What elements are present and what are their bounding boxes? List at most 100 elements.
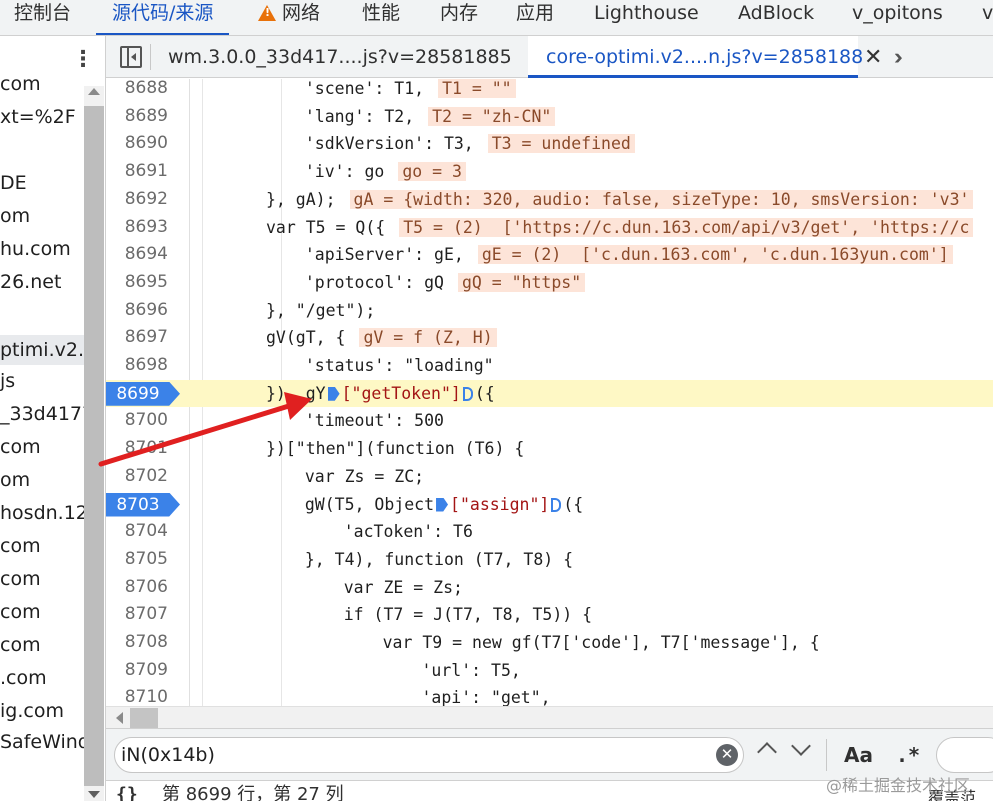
- inline-breakpoint-icon[interactable]: [436, 497, 449, 512]
- code-line[interactable]: 8691 'iv': go go = 3: [106, 158, 993, 186]
- match-case-button[interactable]: Aa: [844, 737, 873, 773]
- code-line[interactable]: 8700 'timeout': 500: [106, 407, 993, 435]
- navigator-scrollbar[interactable]: [84, 86, 104, 801]
- code-editor[interactable]: 8688 'scene': T1, T1 = "" 8689 'lang': T2,…: [106, 79, 993, 706]
- code-line[interactable]: 8701})["then"](function (T6) {: [106, 435, 993, 463]
- line-number[interactable]: 8702: [106, 463, 168, 491]
- cancel-button[interactable]: [936, 737, 993, 773]
- navigator-item[interactable]: DE: [0, 168, 84, 198]
- code-line[interactable]: 8709 'url': T5,: [106, 657, 993, 685]
- breakpoint-line-number[interactable]: 8699: [106, 381, 180, 406]
- tab-lighthouse[interactable]: Lighthouse: [594, 0, 699, 35]
- line-number[interactable]: 8710: [106, 684, 168, 706]
- inline-breakpoint-icon[interactable]: [327, 386, 340, 401]
- tab-memory[interactable]: 内存: [440, 0, 478, 35]
- navigator-item[interactable]: ptimi.v2.2: [0, 335, 84, 365]
- toggle-navigator-icon[interactable]: [120, 46, 142, 68]
- navigator-item[interactable]: com: [0, 69, 84, 99]
- tab-overflow-partial[interactable]: v: [982, 0, 993, 35]
- navigator-scrollbar-thumb[interactable]: [84, 106, 104, 786]
- line-number[interactable]: 8706: [106, 574, 168, 602]
- line-number[interactable]: 8692: [106, 186, 168, 214]
- line-number[interactable]: 8689: [106, 103, 168, 131]
- navigator-item[interactable]: om: [0, 201, 84, 231]
- navigator-item[interactable]: 26.net: [0, 267, 84, 297]
- code-line[interactable]: 8697 gV(gT, {gV = f (Z, H): [106, 324, 993, 352]
- line-number[interactable]: 8696: [106, 297, 168, 325]
- editor-tab-wm[interactable]: wm.3.0.0_33d417....js?v=28581885: [168, 36, 512, 78]
- navigator-item[interactable]: SafeWind: [0, 727, 84, 757]
- editor-horizontal-scrollbar[interactable]: [106, 706, 993, 728]
- tab-v-opitons[interactable]: v_opitons: [852, 0, 943, 35]
- line-number[interactable]: 8709: [106, 657, 168, 685]
- navigator-item[interactable]: .com: [0, 663, 84, 693]
- tab-console[interactable]: 控制台: [14, 0, 71, 35]
- line-number[interactable]: 8693: [106, 214, 168, 242]
- code-line[interactable]: 8703 gW(T5, Object ["assign"] ({: [106, 491, 993, 519]
- navigator-item[interactable]: ig.com: [0, 696, 84, 726]
- tab-sources[interactable]: 源代码/来源: [96, 0, 230, 35]
- code-line[interactable]: 8699}), gY ["getToken"] ({: [106, 379, 993, 408]
- scroll-down-icon[interactable]: [88, 791, 100, 798]
- navigator-item[interactable]: _33d4177: [0, 399, 84, 429]
- tab-application[interactable]: 应用: [516, 0, 554, 35]
- pretty-print-icon[interactable]: {}: [116, 786, 138, 801]
- navigator-item[interactable]: com: [0, 531, 84, 561]
- line-number[interactable]: 8708: [106, 629, 168, 657]
- code-line[interactable]: 8707 if (T7 = J(T7, T8, T5)) {: [106, 601, 993, 629]
- code-line[interactable]: 8689 'lang': T2, T2 = "zh-CN": [106, 103, 993, 131]
- navigator-item[interactable]: com: [0, 432, 84, 462]
- line-number[interactable]: 8704: [106, 518, 168, 546]
- code-line[interactable]: 8704 'acToken': T6: [106, 518, 993, 546]
- close-tab-icon[interactable]: ✕: [864, 36, 882, 78]
- tab-performance[interactable]: 性能: [362, 0, 400, 35]
- line-number[interactable]: 8698: [106, 352, 168, 380]
- code-line[interactable]: 8710 'api': "get",: [106, 684, 993, 706]
- code-line[interactable]: 8702 var Zs = ZC;: [106, 463, 993, 491]
- line-number[interactable]: 8701: [106, 435, 168, 463]
- scroll-up-icon[interactable]: [88, 88, 100, 95]
- scroll-left-icon[interactable]: [116, 712, 123, 724]
- code-line[interactable]: 8698 'status': "loading": [106, 352, 993, 380]
- breakpoint-line-number[interactable]: 8703: [106, 492, 180, 517]
- line-number[interactable]: 8691: [106, 158, 168, 186]
- navigator-item[interactable]: xt=%2F: [0, 102, 84, 132]
- code-line[interactable]: 8695 'protocol': gQ gQ = "https": [106, 269, 993, 297]
- navigator-item[interactable]: js: [0, 366, 84, 396]
- tab-overflow-icon[interactable]: ››: [894, 36, 902, 78]
- line-number[interactable]: 8697: [106, 324, 168, 352]
- code-line[interactable]: 8696}, "/get");: [106, 297, 993, 325]
- tab-adblock[interactable]: AdBlock: [738, 0, 814, 35]
- line-number[interactable]: 8700: [106, 407, 168, 435]
- code-line[interactable]: 8708 var T9 = new gf(T7['code'], T7['mes…: [106, 629, 993, 657]
- line-number[interactable]: 8690: [106, 130, 168, 158]
- regex-button[interactable]: .*: [896, 737, 920, 773]
- code-line[interactable]: 8692}, gA); gA = {width: 320, audio: fals…: [106, 186, 993, 214]
- code-line[interactable]: 8688 'scene': T1, T1 = "": [106, 79, 993, 103]
- next-match-icon[interactable]: [791, 736, 811, 756]
- line-number[interactable]: 8694: [106, 241, 168, 269]
- navigator-item[interactable]: com: [0, 630, 84, 660]
- navigator-item[interactable]: om: [0, 465, 84, 495]
- search-input[interactable]: iN(0x14b): [114, 737, 744, 773]
- code-line[interactable]: 8694 'apiServer': gE, gE = (2) ['c.dun.16…: [106, 241, 993, 269]
- line-number[interactable]: 8688: [106, 79, 168, 103]
- inline-breakpoint-icon[interactable]: [551, 497, 562, 512]
- line-number[interactable]: 8705: [106, 546, 168, 574]
- line-number[interactable]: 8707: [106, 601, 168, 629]
- code-line[interactable]: 8705 }, T4), function (T7, T8) {: [106, 546, 993, 574]
- code-line[interactable]: 8690 'sdkVersion': T3, T3 = undefined: [106, 130, 993, 158]
- navigator-item[interactable]: com: [0, 564, 84, 594]
- navigator-item[interactable]: com: [0, 597, 84, 627]
- clear-search-icon[interactable]: ✕: [716, 744, 738, 766]
- code-line[interactable]: 8706 var ZE = Zs;: [106, 574, 993, 602]
- horizontal-scrollbar-thumb[interactable]: [130, 708, 158, 728]
- tab-network[interactable]: 网络: [258, 0, 320, 35]
- editor-tab-core-optimi[interactable]: core-optimi.v2....n.js?v=2858188: [528, 36, 863, 78]
- navigator-item[interactable]: hu.com: [0, 234, 84, 264]
- navigator-item[interactable]: hosdn.12: [0, 498, 84, 528]
- code-line[interactable]: 8693 var T5 = Q({T5 = (2) ['https://c.dun…: [106, 214, 993, 242]
- line-number[interactable]: 8695: [106, 269, 168, 297]
- previous-match-icon[interactable]: [757, 742, 777, 762]
- inline-breakpoint-icon[interactable]: [462, 386, 473, 401]
